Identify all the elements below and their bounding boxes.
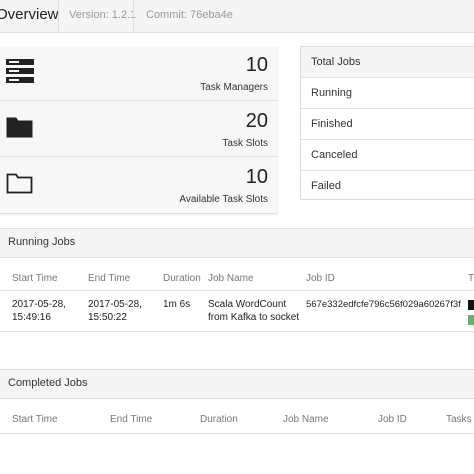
running-jobs-header: Running Jobs xyxy=(0,228,474,258)
divider xyxy=(58,0,59,32)
task-managers-label: Task Managers xyxy=(200,82,268,93)
completed-jobs-header: Completed Jobs xyxy=(0,369,474,399)
stat-card-task-slots[interactable]: 20 Task Slots xyxy=(0,103,278,157)
task-running-badge xyxy=(468,315,474,325)
col-tasks[interactable]: T xyxy=(468,273,474,284)
col-job-name[interactable]: Job Name xyxy=(208,273,254,284)
col-job-id[interactable]: Job ID xyxy=(306,273,335,284)
col-start-time[interactable]: Start Time xyxy=(12,273,58,284)
task-slots-label: Task Slots xyxy=(222,138,268,149)
job-duration: 1m 6s xyxy=(163,299,191,310)
col-duration[interactable]: Duration xyxy=(200,414,238,425)
stat-card-available-task-slots[interactable]: 10 Available Task Slots xyxy=(0,159,278,212)
divider xyxy=(133,0,134,32)
available-slots-count: 10 xyxy=(245,166,268,188)
page-title: Overview xyxy=(0,6,59,23)
version-label: Version: 1.2.1 xyxy=(69,9,137,21)
task-managers-count: 10 xyxy=(245,54,268,76)
stat-card-task-managers[interactable]: 10 Task Managers xyxy=(0,47,278,101)
task-status-badge xyxy=(468,300,474,310)
col-job-id[interactable]: Job ID xyxy=(378,414,407,425)
total-jobs-panel: Total Jobs Running Finished Canceled Fai… xyxy=(300,46,474,200)
jobs-status-running[interactable]: Running xyxy=(301,78,474,109)
folder-outline-icon xyxy=(6,171,34,200)
server-icon xyxy=(6,59,34,88)
completed-jobs-title: Completed Jobs xyxy=(8,377,88,389)
task-slots-count: 20 xyxy=(245,110,268,132)
jobs-status-failed[interactable]: Failed xyxy=(301,171,474,201)
commit-label: Commit: 76eba4e xyxy=(146,9,233,21)
divider xyxy=(0,433,474,434)
divider xyxy=(0,331,474,332)
total-jobs-header: Total Jobs xyxy=(301,47,474,78)
job-start-time: 2017-05-28, 15:49:16 xyxy=(12,299,66,323)
col-end-time[interactable]: End Time xyxy=(88,273,130,284)
job-end-time: 2017-05-28, 15:50:22 xyxy=(88,299,142,323)
running-jobs-title: Running Jobs xyxy=(8,236,76,248)
col-start-time[interactable]: Start Time xyxy=(12,414,58,425)
top-bar: Overview Version: 1.2.1 Commit: 76eba4e xyxy=(0,0,474,33)
divider xyxy=(0,290,474,291)
available-slots-label: Available Task Slots xyxy=(179,194,268,205)
jobs-status-canceled[interactable]: Canceled xyxy=(301,140,474,171)
col-tasks[interactable]: Tasks xyxy=(446,414,472,425)
jobs-status-finished[interactable]: Finished xyxy=(301,109,474,140)
col-duration[interactable]: Duration xyxy=(163,273,201,284)
job-id[interactable]: 567e332edfcfe796c56f029a60267f3f xyxy=(306,298,461,311)
job-name[interactable]: Scala WordCount from Kafka to socket xyxy=(208,298,304,324)
col-end-time[interactable]: End Time xyxy=(110,414,152,425)
col-job-name[interactable]: Job Name xyxy=(283,414,329,425)
folder-filled-icon xyxy=(6,115,34,144)
